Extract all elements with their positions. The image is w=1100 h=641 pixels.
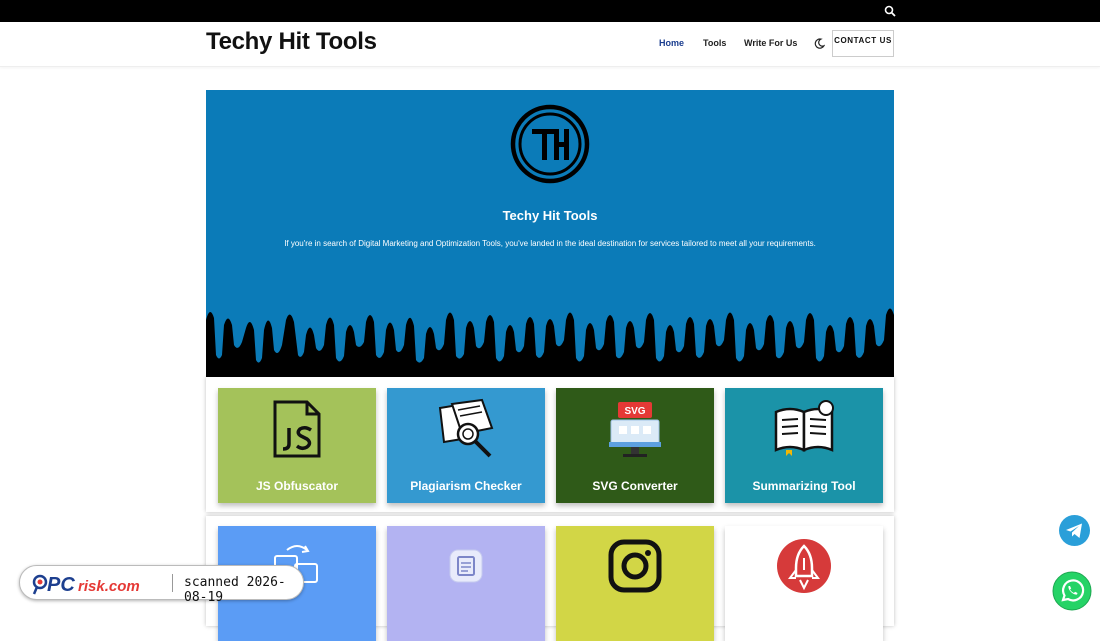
site-logo-icon (510, 104, 590, 184)
hero-title: Techy Hit Tools (502, 208, 598, 223)
telegram-icon[interactable] (1059, 515, 1090, 546)
svg-monitor-icon: SVG (609, 402, 661, 457)
tool-card-plagiarism-checker[interactable]: Plagiarism Checker (387, 388, 545, 503)
tool-card-summarizing-tool[interactable]: Summarizing Tool (725, 388, 883, 503)
pcrisk-scan-badge: PC risk.com scanned 2026-08-19 (19, 565, 304, 605)
whatsapp-icon[interactable] (1052, 571, 1092, 611)
tool-card-svg-converter[interactable]: SVG SVG Converter (556, 388, 714, 503)
svg-text:PC: PC (47, 574, 75, 596)
tool-card-js-obfuscator[interactable]: JS Obfuscator (218, 388, 376, 503)
document-icon (449, 549, 483, 583)
tool-card-document-tool[interactable] (387, 526, 545, 641)
dark-mode-moon-icon[interactable] (814, 38, 825, 49)
pcrisk-logo: PC risk.com (32, 574, 140, 596)
tool-card-rocket-tool[interactable] (725, 526, 883, 641)
hero-description: If you're in search of Digital Marketing… (284, 239, 816, 248)
tools-row-2 (206, 516, 894, 641)
scan-date-text: scanned 2026-08-19 (184, 575, 286, 605)
search-icon[interactable] (884, 5, 896, 17)
nav-home[interactable]: Home (659, 38, 684, 48)
paint-drips-decoration (206, 308, 894, 377)
site-title[interactable]: Techy Hit Tools (206, 28, 377, 56)
tool-label: SVG Converter (592, 479, 678, 493)
js-file-icon (273, 400, 321, 458)
tools-row-1: JS Obfuscator Plagiarism Checker SVG SVG… (206, 377, 894, 512)
svg-text:risk.com: risk.com (78, 578, 140, 595)
tool-card-instagram-tool[interactable] (556, 526, 714, 641)
contact-us-button[interactable]: CONTACT US (832, 30, 894, 57)
site-header: Techy Hit Tools Home Tools Write For Us … (0, 22, 1100, 67)
tool-label: Summarizing Tool (752, 479, 856, 493)
nav-write-for-us[interactable]: Write For Us (744, 38, 797, 48)
tool-label: JS Obfuscator (255, 479, 339, 493)
tool-label: Plagiarism Checker (410, 479, 522, 493)
hero-banner: Techy Hit Tools If you're in search of D… (206, 90, 894, 377)
instagram-icon (608, 539, 662, 593)
rocket-icon (777, 539, 831, 593)
plagiarism-search-icon (438, 398, 494, 458)
badge-divider (172, 574, 173, 592)
nav-tools[interactable]: Tools (703, 38, 726, 48)
open-book-icon (774, 400, 834, 456)
svg-text:SVG: SVG (624, 406, 645, 417)
top-bar (0, 0, 1100, 22)
